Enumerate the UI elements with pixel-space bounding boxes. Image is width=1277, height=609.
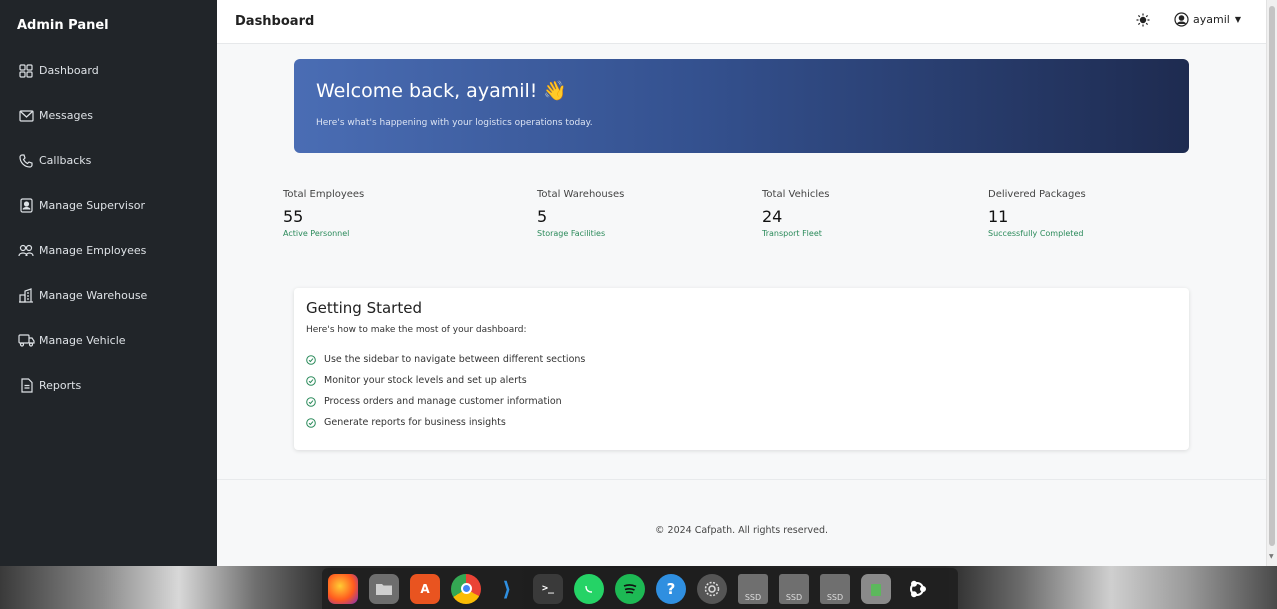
sidebar-item-manage-vehicle[interactable]: Manage Vehicle: [0, 318, 217, 363]
user-circle-icon: [1174, 12, 1189, 27]
check-circle-icon: [306, 375, 316, 386]
stat-sub: Transport Fleet: [762, 229, 822, 238]
envelope-icon: [17, 107, 35, 125]
sidebar-item-label: Messages: [39, 109, 93, 122]
copyright-text: © 2024 Cafpath. All rights reserved.: [655, 525, 828, 536]
getting-started-subtitle: Here's how to make the most of your dash…: [306, 325, 527, 335]
list-item: Use the sidebar to navigate between diff…: [306, 349, 585, 370]
phone-icon: [17, 152, 35, 170]
sidebar-item-manage-warehouse[interactable]: Manage Warehouse: [0, 273, 217, 318]
ssd-drive-icon[interactable]: SSD: [779, 573, 809, 604]
ssd-drive-icon[interactable]: SSD: [738, 573, 768, 604]
welcome-heading: Welcome back, ayamil! 👋: [316, 80, 568, 102]
stat-sub: Successfully Completed: [988, 229, 1084, 238]
building-icon: [17, 287, 35, 305]
sidebar-item-label: Dashboard: [39, 64, 99, 77]
scrollbar-thumb[interactable]: [1269, 6, 1275, 546]
ubuntu-icon[interactable]: [902, 574, 932, 604]
sidebar-item-manage-supervisor[interactable]: Manage Supervisor: [0, 183, 217, 228]
trash-icon[interactable]: [861, 573, 891, 604]
check-circle-icon: [306, 396, 316, 407]
list-item: Process orders and manage customer infor…: [306, 391, 585, 412]
check-circle-icon: [306, 417, 316, 428]
user-menu[interactable]: ayamil ▼: [1174, 12, 1241, 27]
firefox-icon[interactable]: [328, 573, 358, 604]
terminal-icon[interactable]: >_: [533, 573, 563, 604]
list-item-text: Generate reports for business insights: [324, 417, 506, 428]
sidebar-item-label: Manage Vehicle: [39, 334, 126, 347]
getting-started-title: Getting Started: [306, 299, 422, 317]
stat-value: 24: [762, 207, 783, 226]
stat-delivered-packages: Delivered Packages 11 Successfully Compl…: [988, 189, 1188, 238]
list-item-text: Use the sidebar to navigate between diff…: [324, 354, 586, 365]
check-circle-icon: [306, 354, 316, 365]
files-icon[interactable]: [369, 573, 399, 604]
sun-icon: [1136, 12, 1150, 31]
sidebar-item-label: Reports: [39, 379, 82, 392]
grid-icon: [17, 62, 35, 80]
main-content: Welcome back, ayamil! 👋 Here's what's ha…: [217, 44, 1266, 566]
list-item-text: Monitor your stock levels and set up ale…: [324, 375, 527, 386]
dock: A ⟩ >_ ? SSD SSD SSD: [322, 568, 958, 609]
sidebar: Admin Panel Dashboard Messages Callbacks…: [0, 0, 217, 566]
ssd-drive-icon[interactable]: SSD: [820, 573, 850, 604]
welcome-banner: Welcome back, ayamil! 👋 Here's what's ha…: [294, 59, 1189, 153]
sidebar-item-callbacks[interactable]: Callbacks: [0, 138, 217, 183]
spotify-icon[interactable]: [615, 573, 645, 604]
sidebar-item-label: Manage Warehouse: [39, 289, 148, 302]
stat-value: 5: [537, 207, 548, 226]
scroll-down-arrow-icon[interactable]: ▼: [1269, 553, 1274, 560]
sidebar-item-dashboard[interactable]: Dashboard: [0, 48, 217, 93]
brand-title: Admin Panel: [17, 18, 109, 33]
footer: © 2024 Cafpath. All rights reserved.: [217, 479, 1266, 566]
chrome-icon[interactable]: [451, 573, 481, 604]
people-icon: [17, 242, 35, 260]
help-icon[interactable]: ?: [656, 573, 686, 604]
username: ayamil: [1193, 13, 1230, 26]
stat-label: Total Employees: [283, 189, 365, 200]
sidebar-item-label: Manage Supervisor: [39, 199, 145, 212]
stat-label: Total Vehicles: [762, 189, 830, 200]
stat-label: Delivered Packages: [988, 189, 1086, 200]
sidebar-item-reports[interactable]: Reports: [0, 363, 217, 408]
stat-value: 11: [988, 207, 1009, 226]
stat-label: Total Warehouses: [537, 189, 625, 200]
welcome-subtitle: Here's what's happening with your logist…: [316, 118, 593, 128]
app-center-icon[interactable]: A: [410, 573, 440, 604]
list-item: Monitor your stock levels and set up ale…: [306, 370, 585, 391]
caret-down-icon: ▼: [1234, 15, 1241, 24]
page-title: Dashboard: [235, 14, 315, 29]
stat-total-vehicles: Total Vehicles 24 Transport Fleet: [762, 189, 962, 238]
topbar: Dashboard ayamil ▼: [217, 0, 1266, 44]
person-badge-icon: [17, 197, 35, 215]
stat-sub: Storage Facilities: [537, 229, 606, 238]
getting-started-card: Getting Started Here's how to make the m…: [294, 288, 1189, 450]
stat-sub: Active Personnel: [283, 229, 350, 238]
sidebar-item-label: Manage Employees: [39, 244, 147, 257]
stat-total-employees: Total Employees 55 Active Personnel: [283, 189, 483, 238]
page-scrollbar[interactable]: ▼: [1266, 0, 1277, 566]
truck-icon: [17, 332, 35, 350]
stat-value: 55: [283, 207, 304, 226]
whatsapp-icon[interactable]: [574, 573, 604, 604]
settings-icon[interactable]: [697, 573, 727, 604]
document-icon: [17, 377, 35, 395]
theme-toggle-button[interactable]: [1135, 13, 1151, 29]
stat-total-warehouses: Total Warehouses 5 Storage Facilities: [537, 189, 737, 238]
getting-started-list: Use the sidebar to navigate between diff…: [306, 349, 585, 433]
list-item-text: Process orders and manage customer infor…: [324, 396, 562, 407]
list-item: Generate reports for business insights: [306, 412, 585, 433]
sidebar-item-label: Callbacks: [39, 154, 92, 167]
vscode-icon[interactable]: ⟩: [492, 574, 522, 604]
sidebar-item-messages[interactable]: Messages: [0, 93, 217, 138]
sidebar-item-manage-employees[interactable]: Manage Employees: [0, 228, 217, 273]
